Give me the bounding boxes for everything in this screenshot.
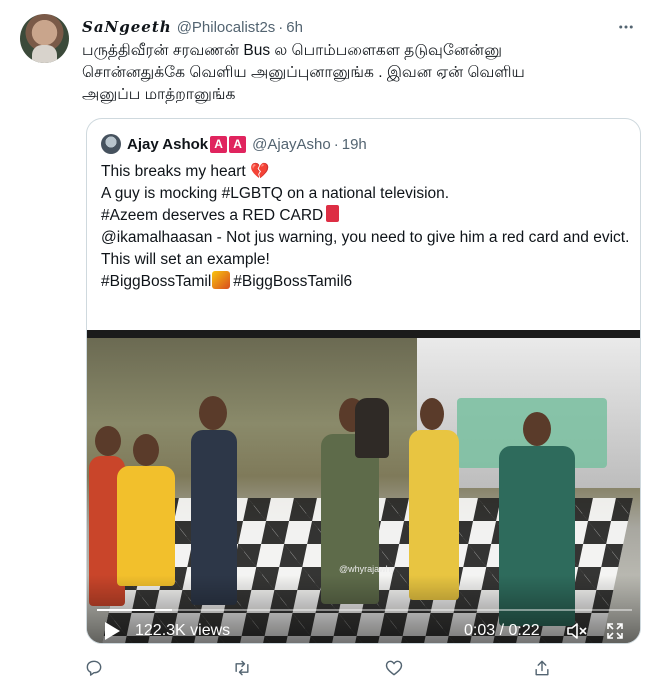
- video-person-head: [420, 398, 444, 430]
- bigg-boss-logo-icon: [212, 271, 231, 289]
- quoted-avatar[interactable]: [101, 134, 121, 154]
- video-person-head: [133, 434, 159, 466]
- video-timer: 0:03 / 0:22: [464, 622, 540, 639]
- quoted-timestamp[interactable]: 19h: [342, 136, 367, 153]
- quoted-handle[interactable]: @AjayAsho: [252, 136, 331, 153]
- reply-icon[interactable]: [82, 656, 106, 680]
- quote-line: #Azeem deserves a RED CARD: [101, 205, 631, 227]
- tweet-text-line: சொன்னதுக்கே வெளிய அனுப்புனானுங்க . இவன ஏ…: [82, 64, 525, 81]
- hashtag-link[interactable]: #BiggBossTamil6: [233, 273, 352, 290]
- tweet-text: பருத்திவீரன் சரவணன் Bus ல பொம்பளைகள தடுவ…: [82, 40, 637, 106]
- video-person-head: [199, 396, 227, 430]
- avatar[interactable]: [20, 14, 69, 63]
- mute-icon[interactable]: [566, 621, 588, 641]
- display-name[interactable]: SaNgeeth: [82, 18, 172, 36]
- tweet-header: SaNgeeth @Philocalist2s · 6h: [82, 16, 637, 38]
- tweet-text-line: அனுப்ப மாத்றானுங்க: [82, 86, 236, 103]
- video-person-head: [95, 426, 121, 456]
- video-player[interactable]: @whyrajawhy 122.3K views 0:03 / 0:22: [87, 330, 640, 643]
- a-badge-icon: A: [229, 135, 247, 153]
- quote-line: A guy is mocking #LGBTQ on a national te…: [101, 185, 450, 202]
- quoted-tweet-text: This breaks my heart 💔 A guy is mocking …: [101, 161, 631, 293]
- quote-line-text: #Azeem deserves a RED CARD: [101, 207, 324, 224]
- quote-line: @ikamalhaasan - Not jus warning, you nee…: [101, 229, 630, 246]
- quote-line: This will set an example!: [101, 251, 270, 268]
- tweet[interactable]: SaNgeeth @Philocalist2s · 6h பருத்திவீரன…: [0, 0, 657, 687]
- share-icon[interactable]: [530, 656, 554, 680]
- tweet-text-line: பருத்திவீரன் சரவணன் Bus ல பொம்பளைகள தடுவ…: [82, 42, 502, 59]
- heart-icon[interactable]: [382, 656, 406, 680]
- handle[interactable]: @Philocalist2s: [177, 19, 276, 36]
- video-watermark: @whyrajawhy: [339, 564, 396, 574]
- red-card-icon: [326, 205, 340, 222]
- separator-dot: ·: [278, 18, 284, 36]
- tweet-actions: [82, 656, 562, 680]
- video-person: [355, 398, 389, 458]
- quoted-tweet[interactable]: Ajay Ashok A A @AjayAsho · 19h This brea…: [86, 118, 641, 644]
- hashtag-link[interactable]: #BiggBossTamil: [101, 273, 211, 290]
- video-progress-fill: [97, 609, 172, 611]
- quote-line: This breaks my heart 💔: [101, 161, 631, 183]
- video-controls: 122.3K views 0:03 / 0:22: [87, 575, 640, 643]
- view-count: 122.3K views: [135, 622, 231, 639]
- fullscreen-icon[interactable]: [605, 621, 625, 641]
- quote-line-text: This breaks my heart: [101, 163, 246, 180]
- separator-dot: ·: [333, 135, 339, 153]
- video-person-head: [523, 412, 551, 446]
- more-dots-icon[interactable]: [615, 16, 637, 38]
- quoted-tweet-header: Ajay Ashok A A @AjayAsho · 19h: [101, 132, 367, 156]
- video-person: [117, 466, 175, 586]
- retweet-icon[interactable]: [230, 656, 254, 680]
- video-progress-bar[interactable]: [97, 609, 632, 611]
- broken-heart-icon: 💔: [250, 163, 270, 180]
- quote-line: #BiggBossTamil #BiggBossTamil6: [101, 271, 631, 293]
- quoted-display-name[interactable]: Ajay Ashok: [127, 136, 208, 153]
- timestamp[interactable]: 6h: [286, 19, 303, 36]
- play-icon[interactable]: [103, 621, 121, 641]
- a-badge-icon: A: [210, 135, 228, 153]
